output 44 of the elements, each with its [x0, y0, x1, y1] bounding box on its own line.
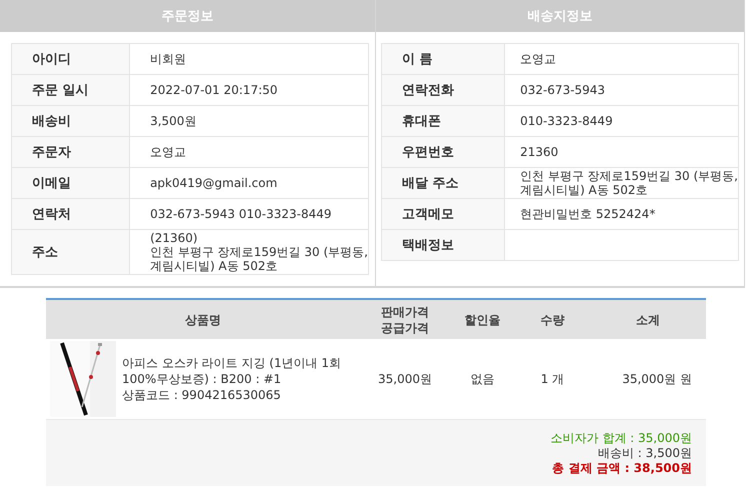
field-label: 휴대폰	[402, 114, 441, 129]
field-value: 계림시티빌) A동 502호	[520, 183, 648, 197]
field-value: 3,500원	[150, 114, 198, 128]
field-value: 비회원	[150, 52, 188, 66]
subtotal-value: 35,000원 원	[622, 372, 692, 386]
field-label: 주소	[32, 245, 58, 260]
column-header: 수량	[540, 312, 564, 328]
quantity-value: 1 개	[540, 372, 564, 386]
product-name: 아피스 오스카 라이트 지깅 (1년이내 1회 100%무상보증) : B200 : #1	[122, 355, 342, 387]
column-header: 판매가격 공급가격	[381, 304, 429, 336]
field-value: apk0419@gmail.com	[150, 176, 278, 190]
price-value: 35,000원	[378, 372, 432, 386]
column-header: 상품명	[185, 312, 221, 328]
field-label: 택배정보	[402, 238, 454, 253]
field-value: 032-673-5943	[520, 83, 606, 97]
grand-total: 총 결제 금액 : 38,500원	[552, 460, 692, 474]
column-header: 소계	[636, 312, 660, 328]
field-label: 고객메모	[402, 207, 454, 222]
field-label: 배달 주소	[402, 176, 459, 191]
column-header: 할인율	[464, 312, 500, 328]
field-label: 이 름	[402, 52, 433, 67]
field-label: 주문자	[32, 145, 71, 160]
field-value: 오영교	[150, 145, 188, 159]
field-value: 2022-07-01 20:17:50	[150, 83, 279, 97]
field-value: (21360)	[150, 231, 199, 245]
field-value: 010-3323-8449	[520, 114, 614, 128]
field-label: 연락전화	[402, 83, 454, 98]
field-value: 032-673-5943 010-3323-8449	[150, 207, 333, 221]
shipping-fee: 배송비 : 3,500원	[598, 446, 692, 460]
field-label: 아이디	[32, 52, 71, 67]
field-label: 배송비	[32, 114, 71, 129]
field-label: 이메일	[32, 176, 71, 191]
product-code: 상품코드 : 9904216530065	[122, 387, 282, 403]
field-value: 21360	[520, 145, 560, 159]
field-value: 인천 부평구 장제로159번길 30 (부평동,	[520, 169, 738, 183]
consumer-total: 소비자가 합계 : 35,000원	[550, 430, 692, 444]
field-label: 연락처	[32, 207, 71, 222]
field-value: 계림시티빌) A동 502호	[150, 259, 278, 273]
field-value: 오영교	[520, 52, 558, 66]
field-label: 우편번호	[402, 145, 454, 160]
field-value: 인천 부평구 장제로159번길 30 (부평동,	[150, 245, 368, 259]
field-value: 현관비밀번호 5252424*	[520, 207, 656, 221]
field-label: 주문 일시	[32, 83, 89, 98]
discount-value: 없음	[470, 372, 494, 386]
